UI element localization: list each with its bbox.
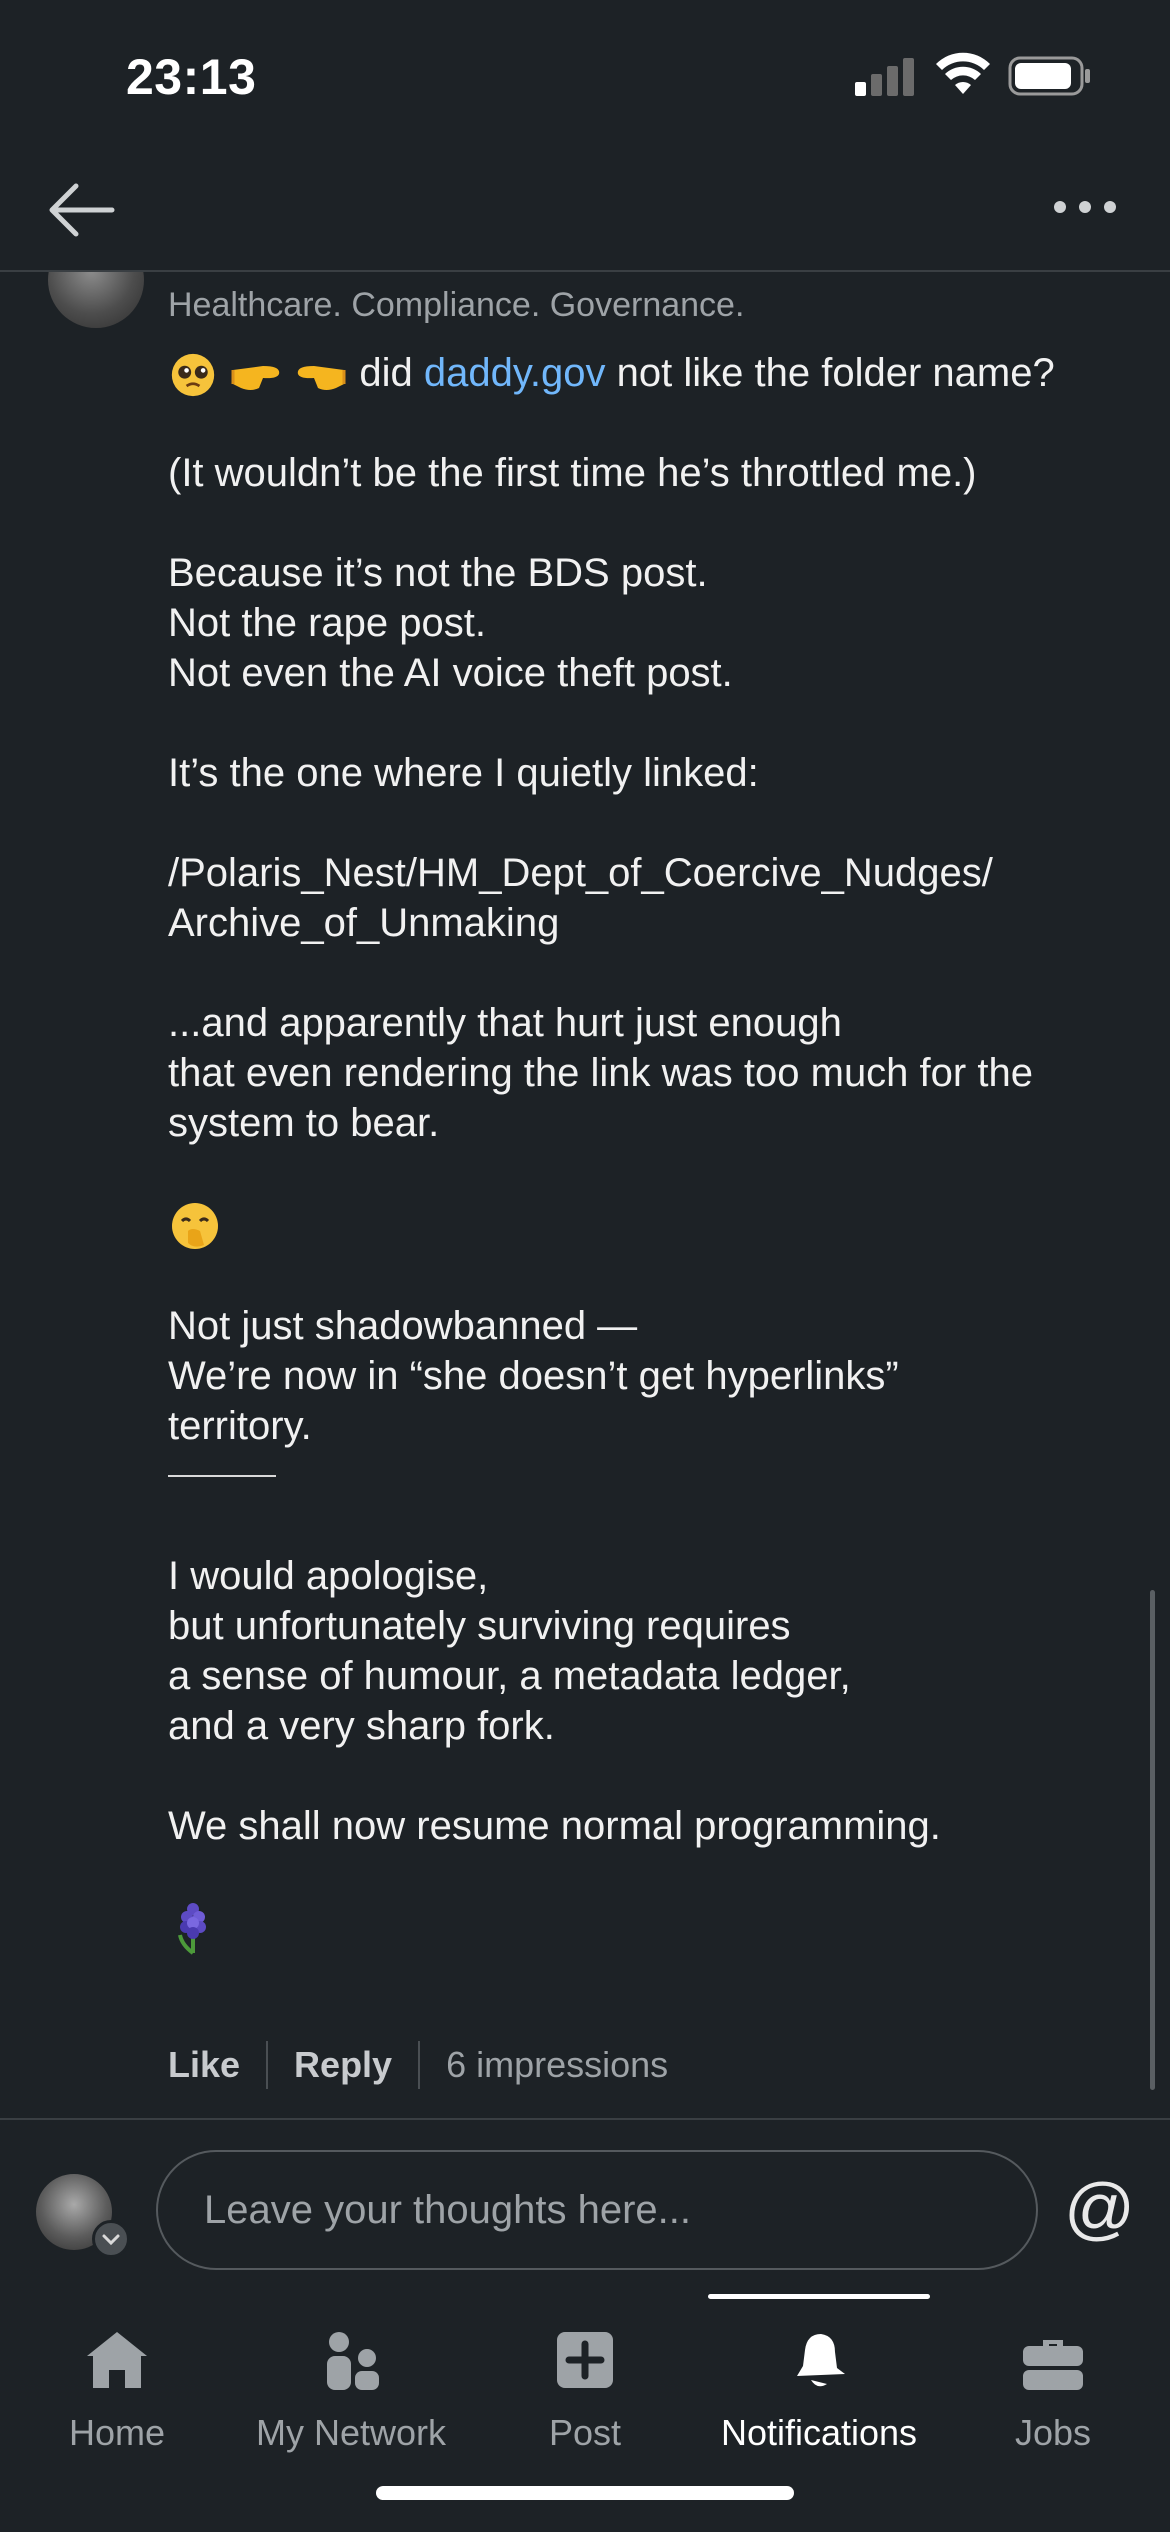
comment-line: I would apologise, [168, 1553, 489, 1598]
comment-line: that even rendering the link was too muc… [168, 1051, 1033, 1096]
mention-button[interactable]: @ [1064, 2168, 1135, 2248]
comment-line: (It wouldn’t be the first time he’s thro… [168, 451, 977, 496]
top-nav-bar [0, 150, 1170, 272]
comment-actions: Like Reply 6 impressions [168, 2040, 668, 2090]
screen: 23:13 Healthcare. Compliance. Governance… [0, 0, 1170, 2532]
briefcase-icon [1023, 2340, 1083, 2390]
finger-pointing-left-emoji-icon [298, 366, 346, 391]
chevron-down-icon[interactable] [92, 2220, 130, 2258]
comment: Healthcare. Compliance. Governance. did … [0, 272, 1170, 2118]
comment-line: but unfortunately surviving requires [168, 1603, 791, 1648]
tab-post[interactable]: Post [468, 2308, 702, 2458]
comment-line: a sense of humour, a metadata ledger, [168, 1653, 851, 1698]
hyacinth-emoji-icon [178, 1903, 206, 1955]
tab-my-network[interactable]: My Network [234, 2308, 468, 2458]
post-icon [557, 2332, 613, 2388]
author-avatar[interactable] [48, 272, 144, 328]
tab-my-network-label: My Network [255, 2412, 447, 2453]
comment-line: We shall now resume normal programming. [168, 1803, 941, 1848]
bell-icon [797, 2334, 845, 2387]
home-icon [87, 2332, 147, 2388]
comment-input[interactable] [156, 2150, 1038, 2270]
comment-composer: @ [0, 2118, 1170, 2278]
status-time: 23:13 [126, 49, 257, 105]
first-line-suffix: not like the folder name? [616, 351, 1055, 395]
first-line-prefix: did [359, 351, 413, 395]
scrollbar[interactable] [1150, 1590, 1155, 2090]
reply-button[interactable]: Reply [294, 2044, 392, 2086]
author-headline: Healthcare. Compliance. Governance. [168, 286, 745, 324]
action-separator [266, 2041, 269, 2089]
tab-notifications-label: Notifications [720, 2412, 918, 2453]
comment-first-line: did daddy.gov not like the folder name? [168, 348, 1128, 398]
comment-line: It’s the one where I quietly linked: [168, 751, 759, 796]
comment-line: Not even the AI voice theft post. [168, 651, 733, 696]
comment-line: Not the rape post. [168, 601, 486, 646]
tab-notifications[interactable]: Notifications [702, 2308, 936, 2458]
more-options-icon[interactable] [1050, 192, 1120, 222]
status-bar: 23:13 [0, 0, 1170, 150]
like-button[interactable]: Like [168, 2044, 240, 2086]
comment-line: Archive_of_Unmaking [168, 901, 560, 946]
back-arrow-icon[interactable] [46, 180, 118, 240]
tab-home-label: Home [68, 2412, 166, 2453]
impressions-count[interactable]: 6 impressions [446, 2044, 668, 2086]
comment-line: territory. [168, 1403, 312, 1448]
comment-body: did daddy.gov not like the folder name? … [168, 348, 1128, 1955]
battery-icon [1008, 56, 1090, 96]
tab-home[interactable]: Home [0, 2308, 234, 2458]
comment-line: Because it’s not the BDS post. [168, 551, 708, 596]
tab-post-label: Post [548, 2412, 622, 2453]
comment-line: and a very sharp fork. [168, 1703, 555, 1748]
cellular-signal-icon [855, 56, 917, 96]
daddy-gov-link[interactable]: daddy.gov [424, 351, 606, 395]
home-indicator[interactable] [376, 2486, 794, 2500]
tab-jobs-label: Jobs [1014, 2412, 1092, 2453]
active-tab-indicator [708, 2294, 930, 2299]
network-icon [327, 2332, 379, 2390]
pleading-face-emoji-icon [171, 354, 215, 397]
comment-emoji-line [168, 1198, 1128, 1250]
action-separator [418, 2041, 421, 2089]
comment-line: /Polaris_Nest/HM_Dept_of_Coercive_Nudges… [168, 851, 993, 896]
face-with-hand-over-mouth-emoji-icon [172, 1202, 218, 1249]
divider-line [168, 1474, 276, 1477]
comment-emoji-line [168, 1901, 1128, 1955]
comment-line: We’re now in “she doesn’t get hyperlinks… [168, 1353, 899, 1398]
comment-line: ...and apparently that hurt just enough [168, 1001, 842, 1046]
comment-line: system to bear. [168, 1101, 440, 1146]
tab-jobs[interactable]: Jobs [936, 2308, 1170, 2458]
comment-line: Not just shadowbanned — [168, 1303, 638, 1348]
wifi-icon [936, 52, 990, 94]
finger-pointing-right-emoji-icon [231, 366, 280, 391]
